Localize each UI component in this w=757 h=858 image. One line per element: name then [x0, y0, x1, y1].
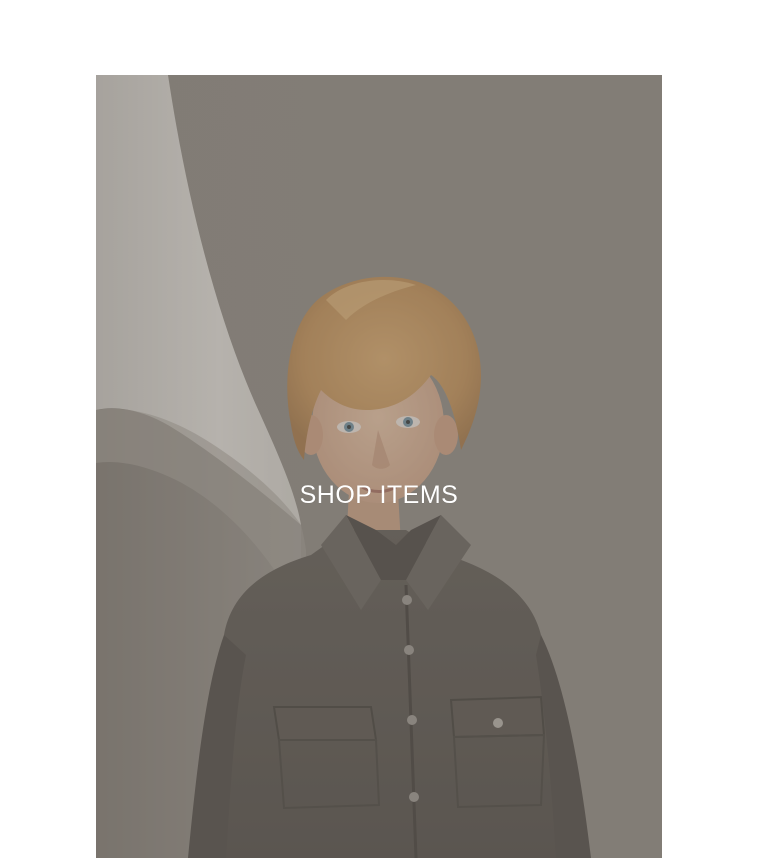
shop-items-promo-card[interactable]: SHOP ITEMS [96, 75, 662, 858]
image-overlay [96, 75, 662, 858]
page: SHOP ITEMS [0, 0, 757, 858]
shop-items-label[interactable]: SHOP ITEMS [96, 481, 662, 510]
